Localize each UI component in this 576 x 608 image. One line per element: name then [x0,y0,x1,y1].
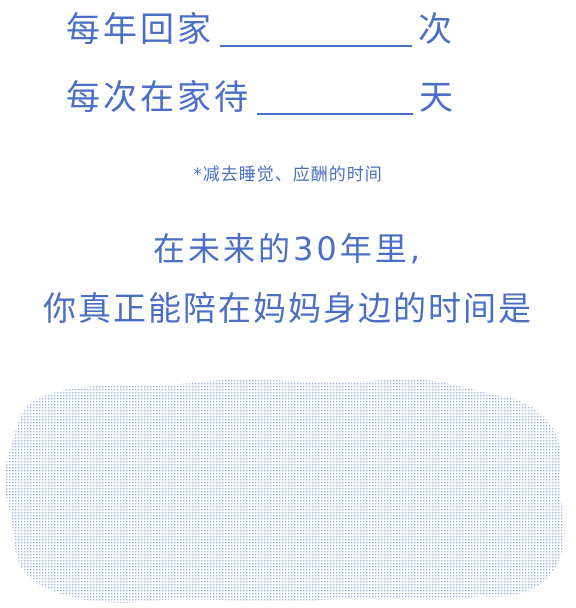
visits-per-year-label: 每年回家 [66,10,214,50]
days-per-visit-unit: 天 [419,78,456,118]
question-line-1: 在未来的30年里, [153,230,423,268]
scratch-coating[interactable] [4,378,565,603]
visits-per-year-blank[interactable] [220,15,412,47]
scratch-off-area[interactable] [0,368,576,608]
footnote: *减去睡觉、应酬的时间 [193,165,383,185]
visits-per-year-row: 每年回家 次 [66,2,455,51]
days-per-visit-blank[interactable] [257,83,413,115]
days-per-visit-label: 每次在家待 [66,78,251,118]
question-line-2: 你真正能陪在妈妈身边的时间是 [43,289,533,328]
days-per-visit-row: 每次在家待 天 [66,70,456,119]
visits-per-year-unit: 次 [418,10,455,50]
